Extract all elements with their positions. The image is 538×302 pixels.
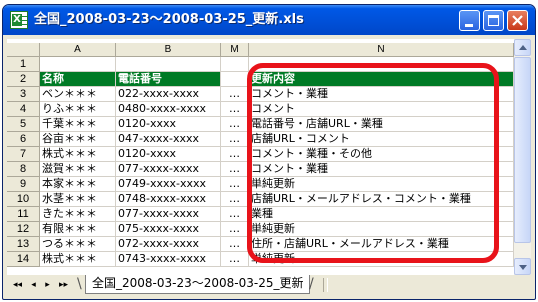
cell-phone[interactable]: 0120-xxxx <box>116 117 221 132</box>
tab-active-sheet[interactable]: 全国_2008-03-23～2008-03-25_更新 <box>85 275 311 294</box>
cell-name[interactable]: 株式＊＊＊ <box>40 252 116 267</box>
cell-name[interactable]: 有限＊＊＊ <box>40 222 116 237</box>
arrow-up-icon <box>519 45 527 50</box>
cell-m[interactable]: … <box>221 147 249 162</box>
cell-m[interactable]: … <box>221 207 249 222</box>
cell-m[interactable]: … <box>221 102 249 117</box>
cell-name[interactable]: 滋賀＊＊＊ <box>40 162 116 177</box>
row-header[interactable]: 14 <box>7 252 40 267</box>
row-header[interactable]: 12 <box>7 222 40 237</box>
cell-m[interactable]: … <box>221 87 249 102</box>
cell-name[interactable]: 水茎＊＊＊ <box>40 192 116 207</box>
tab-split-handle[interactable] <box>323 278 328 292</box>
last-sheet-button[interactable]: ▸▸ <box>59 279 68 291</box>
scroll-down-button[interactable] <box>514 258 531 275</box>
cell-name[interactable]: 千葉＊＊＊ <box>40 117 116 132</box>
minimize-icon <box>465 24 473 27</box>
cell-m[interactable]: … <box>221 222 249 237</box>
row-header[interactable]: 5 <box>7 117 40 132</box>
maximize-button[interactable] <box>483 10 504 31</box>
row-header[interactable]: 9 <box>7 177 40 192</box>
cell-phone[interactable] <box>116 57 221 72</box>
row-header[interactable]: 10 <box>7 192 40 207</box>
cell-name[interactable]: 谷亩＊＊＊ <box>40 132 116 147</box>
close-icon <box>512 15 523 26</box>
cell-m[interactable]: … <box>221 252 249 267</box>
row-header[interactable]: 2 <box>7 72 40 87</box>
cell-phone[interactable]: 075-xxxx-xxxx <box>116 222 221 237</box>
row-header[interactable]: 8 <box>7 162 40 177</box>
cell-name[interactable]: つる＊＊＊ <box>40 237 116 252</box>
cell-name[interactable]: 名称 <box>40 72 116 87</box>
column-header-m[interactable]: M <box>221 43 249 57</box>
cell-name[interactable]: ベン＊＊＊ <box>40 87 116 102</box>
close-button[interactable] <box>507 10 528 31</box>
excel-window: X 全国_2008-03-23～2008-03-25_更新.xls A B M … <box>2 4 536 300</box>
scroll-up-button[interactable] <box>514 39 531 56</box>
cell-phone[interactable]: 0748-xxxx-xxxx <box>116 192 221 207</box>
cell-m[interactable]: … <box>221 117 249 132</box>
cell-m[interactable]: … <box>221 177 249 192</box>
cell-phone[interactable]: 022-xxxx-xxxx <box>116 87 221 102</box>
cell-phone[interactable]: 0480-xxxx-xxxx <box>116 102 221 117</box>
cell-m[interactable]: … <box>221 192 249 207</box>
cell-name[interactable] <box>40 57 116 72</box>
cell-name[interactable]: 株式＊＊＊ <box>40 147 116 162</box>
next-sheet-button[interactable]: ▸ <box>43 279 52 291</box>
minimize-button[interactable] <box>459 10 480 31</box>
cell-m[interactable]: … <box>221 132 249 147</box>
cell-m[interactable] <box>221 72 249 87</box>
red-highlight-box <box>247 63 499 263</box>
cell-name[interactable]: きた＊＊＊ <box>40 207 116 222</box>
row-header[interactable]: 6 <box>7 132 40 147</box>
title-bar[interactable]: X 全国_2008-03-23～2008-03-25_更新.xls <box>3 5 535 35</box>
row-header[interactable]: 13 <box>7 237 40 252</box>
tab-left-edge: \ <box>77 276 82 292</box>
sheet-tab-bar: ◂◂ ◂ ▸ ▸▸ \ 全国_2008-03-23～2008-03-25_更新 … <box>7 275 531 295</box>
vertical-scrollbar[interactable] <box>514 39 531 275</box>
column-header-b[interactable]: B <box>116 43 221 57</box>
cell-phone[interactable]: 0749-xxxx-xxxx <box>116 177 221 192</box>
row-header[interactable]: 3 <box>7 87 40 102</box>
window-title: 全国_2008-03-23～2008-03-25_更新.xls <box>34 12 304 27</box>
row-header[interactable]: 1 <box>7 57 40 72</box>
row-header[interactable]: 4 <box>7 102 40 117</box>
row-header[interactable]: 7 <box>7 147 40 162</box>
select-all-corner[interactable] <box>7 43 40 57</box>
excel-app-icon[interactable]: X <box>10 11 28 29</box>
previous-sheet-button[interactable]: ◂ <box>29 279 38 291</box>
column-header-n[interactable]: N <box>249 43 514 57</box>
scroll-thumb[interactable] <box>514 57 531 243</box>
tab-right-edge: / <box>309 276 314 292</box>
cell-phone[interactable]: 電話番号 <box>116 72 221 87</box>
cell-phone[interactable]: 072-xxxx-xxxx <box>116 237 221 252</box>
row-header[interactable]: 11 <box>7 207 40 222</box>
cell-phone[interactable]: 077-xxxx-xxxx <box>116 162 221 177</box>
cell-name[interactable]: りふ＊＊＊ <box>40 102 116 117</box>
cell-name[interactable]: 本家＊＊＊ <box>40 177 116 192</box>
column-header-a[interactable]: A <box>40 43 116 57</box>
first-sheet-button[interactable]: ◂◂ <box>13 279 22 291</box>
maximize-icon <box>488 15 499 26</box>
cell-m[interactable]: … <box>221 162 249 177</box>
cell-phone[interactable]: 0743-xxxx-xxxx <box>116 252 221 267</box>
cell-phone[interactable]: 0120-xxxx <box>116 147 221 162</box>
cell-phone[interactable]: 077-xxxx-xxxx <box>116 207 221 222</box>
cell-m[interactable] <box>221 57 249 72</box>
cell-m[interactable]: … <box>221 237 249 252</box>
arrow-down-icon <box>519 265 527 270</box>
cell-phone[interactable]: 047-xxxx-xxxx <box>116 132 221 147</box>
